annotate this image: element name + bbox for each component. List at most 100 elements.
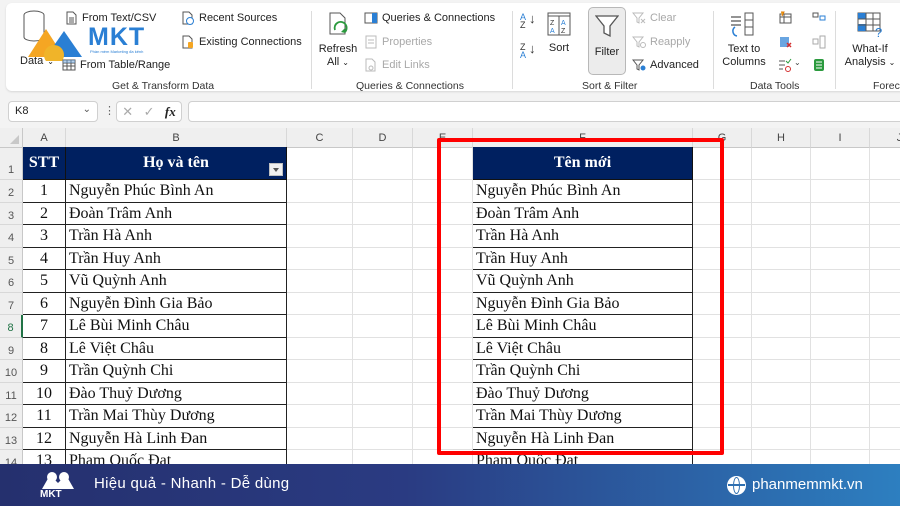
new-name-cell[interactable]: Trần Mai Thùy Dương: [473, 405, 693, 428]
group-separator: [311, 11, 312, 89]
name-cell[interactable]: Nguyễn Hà Linh Đan: [66, 427, 287, 450]
enter-icon[interactable]: ✓: [144, 104, 155, 120]
sort-z-a-button[interactable]: Z A ↓: [520, 42, 536, 60]
new-name-cell[interactable]: Vũ Quỳnh Anh: [473, 270, 693, 293]
row-header-2[interactable]: 2: [0, 180, 23, 203]
new-name-cell[interactable]: Trần Quỳnh Chi: [473, 360, 693, 383]
name-cell[interactable]: Nguyễn Đình Gia Bảo: [66, 292, 287, 315]
insert-function-icon[interactable]: fx: [165, 104, 176, 120]
stt-cell[interactable]: 2: [23, 202, 66, 225]
filter-funnel-icon: [594, 15, 620, 38]
stt-cell[interactable]: 4: [23, 247, 66, 270]
column-header-e[interactable]: E: [413, 128, 473, 148]
refresh-all-button[interactable]: Refresh All ⌄: [316, 11, 360, 69]
name-cell[interactable]: Lê Việt Châu: [66, 337, 287, 360]
remove-duplicates-icon[interactable]: [778, 35, 792, 49]
text-to-columns-button[interactable]: Text to Columns: [718, 11, 770, 69]
formula-input[interactable]: [188, 101, 900, 122]
new-name-cell[interactable]: Trần Huy Anh: [473, 247, 693, 270]
data-model-icon[interactable]: [812, 58, 826, 72]
new-name-cell[interactable]: Nguyễn Đình Gia Bảo: [473, 292, 693, 315]
new-name-cell[interactable]: Trần Hà Anh: [473, 225, 693, 248]
column-header-j[interactable]: J: [870, 128, 900, 148]
name-cell[interactable]: Đào Thuỷ Dương: [66, 382, 287, 405]
chevron-down-icon[interactable]: ⌄: [794, 58, 801, 67]
column-header-d[interactable]: D: [353, 128, 413, 148]
name-cell[interactable]: Trần Huy Anh: [66, 247, 287, 270]
column-header-g[interactable]: G: [693, 128, 752, 148]
row-header-4[interactable]: 4: [0, 225, 23, 248]
sort-a-z-button[interactable]: A Z ↓: [520, 12, 536, 30]
column-header-f[interactable]: F: [473, 128, 693, 148]
column-header-h[interactable]: H: [752, 128, 811, 148]
advanced-filter-button[interactable]: Advanced: [631, 58, 699, 72]
column-header-b[interactable]: B: [66, 128, 287, 148]
data-validation-icon[interactable]: [778, 58, 792, 72]
relationships-icon[interactable]: [812, 35, 826, 49]
row-header-5[interactable]: 5: [0, 247, 23, 270]
stt-cell[interactable]: 11: [23, 405, 66, 428]
name-cell[interactable]: Trần Quỳnh Chi: [66, 360, 287, 383]
filter-button[interactable]: Filter: [588, 7, 626, 75]
new-name-cell[interactable]: Lê Bùi Minh Châu: [473, 315, 693, 338]
stt-cell[interactable]: 6: [23, 292, 66, 315]
row-header-1[interactable]: 1: [0, 148, 23, 180]
reapply-button[interactable]: Reapply: [631, 35, 690, 49]
name-cell[interactable]: Đoàn Trâm Anh: [66, 202, 287, 225]
name-cell[interactable]: Vũ Quỳnh Anh: [66, 270, 287, 293]
worksheet-grid[interactable]: A B C D E F G H I J 1 2 3 4 5 6 7 8 9 10 11 12 13 14 STT Họ và tê…: [0, 128, 900, 473]
stt-cell[interactable]: 1: [23, 180, 66, 203]
column-header-i[interactable]: I: [811, 128, 870, 148]
row-header-6[interactable]: 6: [0, 270, 23, 293]
chevron-down-icon[interactable]: ⌄: [83, 104, 91, 115]
clear-filter-button[interactable]: Clear: [631, 11, 676, 25]
existing-connections-button[interactable]: Existing Connections: [181, 35, 302, 49]
name-cell[interactable]: Nguyễn Phúc Bình An: [66, 180, 287, 203]
sort-button[interactable]: ZA AZ Sort: [544, 12, 574, 55]
name-cell[interactable]: Trần Hà Anh: [66, 225, 287, 248]
banner-website[interactable]: phanmemmkt.vn: [752, 476, 863, 493]
filter-dropdown-icon[interactable]: [269, 163, 283, 176]
new-name-cell[interactable]: Đào Thuỷ Dương: [473, 382, 693, 405]
consolidate-icon[interactable]: [812, 11, 826, 25]
name-cell[interactable]: Trần Mai Thùy Dương: [66, 405, 287, 428]
name-box[interactable]: K8 ⌄: [8, 101, 98, 122]
gridline: [751, 148, 752, 468]
select-all-button[interactable]: [0, 128, 23, 148]
column-header-c[interactable]: C: [287, 128, 353, 148]
what-if-analysis-button[interactable]: ? What-If Analysis ⌄: [842, 11, 898, 69]
header-cell-stt[interactable]: STT: [23, 147, 66, 180]
stt-cell[interactable]: 7: [23, 315, 66, 338]
from-table-range-button[interactable]: From Table/Range: [62, 58, 170, 72]
header-cell-ho-va-ten[interactable]: Họ và tên: [66, 147, 287, 180]
row-header-12[interactable]: 12: [0, 405, 23, 428]
queries-connections-button[interactable]: Queries & Connections: [364, 11, 495, 25]
name-cell[interactable]: Lê Bùi Minh Châu: [66, 315, 287, 338]
stt-cell[interactable]: 12: [23, 427, 66, 450]
recent-sources-button[interactable]: Recent Sources: [181, 11, 277, 25]
stt-cell[interactable]: 5: [23, 270, 66, 293]
row-header-11[interactable]: 11: [0, 382, 23, 405]
new-name-cell[interactable]: Nguyễn Phúc Bình An: [473, 180, 693, 203]
row-header-8[interactable]: 8: [0, 315, 23, 338]
column-header-a[interactable]: A: [23, 128, 66, 148]
stt-cell[interactable]: 3: [23, 225, 66, 248]
header-cell-ten-moi[interactable]: Tên mới: [473, 147, 693, 180]
stt-cell[interactable]: 10: [23, 382, 66, 405]
row-header-7[interactable]: 7: [0, 292, 23, 315]
new-name-cell[interactable]: Lê Việt Châu: [473, 337, 693, 360]
row-header-9[interactable]: 9: [0, 337, 23, 360]
new-name-cell[interactable]: Nguyễn Hà Linh Đan: [473, 427, 693, 450]
flash-fill-icon[interactable]: [778, 11, 792, 25]
properties-button[interactable]: Properties: [364, 35, 432, 49]
from-text-csv-button[interactable]: From Text/CSV: [64, 11, 156, 25]
stt-cell[interactable]: 8: [23, 337, 66, 360]
row-header-13[interactable]: 13: [0, 427, 23, 450]
cancel-icon[interactable]: ✕: [122, 104, 133, 120]
row-header-10[interactable]: 10: [0, 360, 23, 383]
more-options-icon[interactable]: ⋮: [104, 104, 115, 117]
stt-cell[interactable]: 9: [23, 360, 66, 383]
row-header-3[interactable]: 3: [0, 202, 23, 225]
edit-links-button[interactable]: Edit Links: [364, 58, 430, 72]
new-name-cell[interactable]: Đoàn Trâm Anh: [473, 202, 693, 225]
